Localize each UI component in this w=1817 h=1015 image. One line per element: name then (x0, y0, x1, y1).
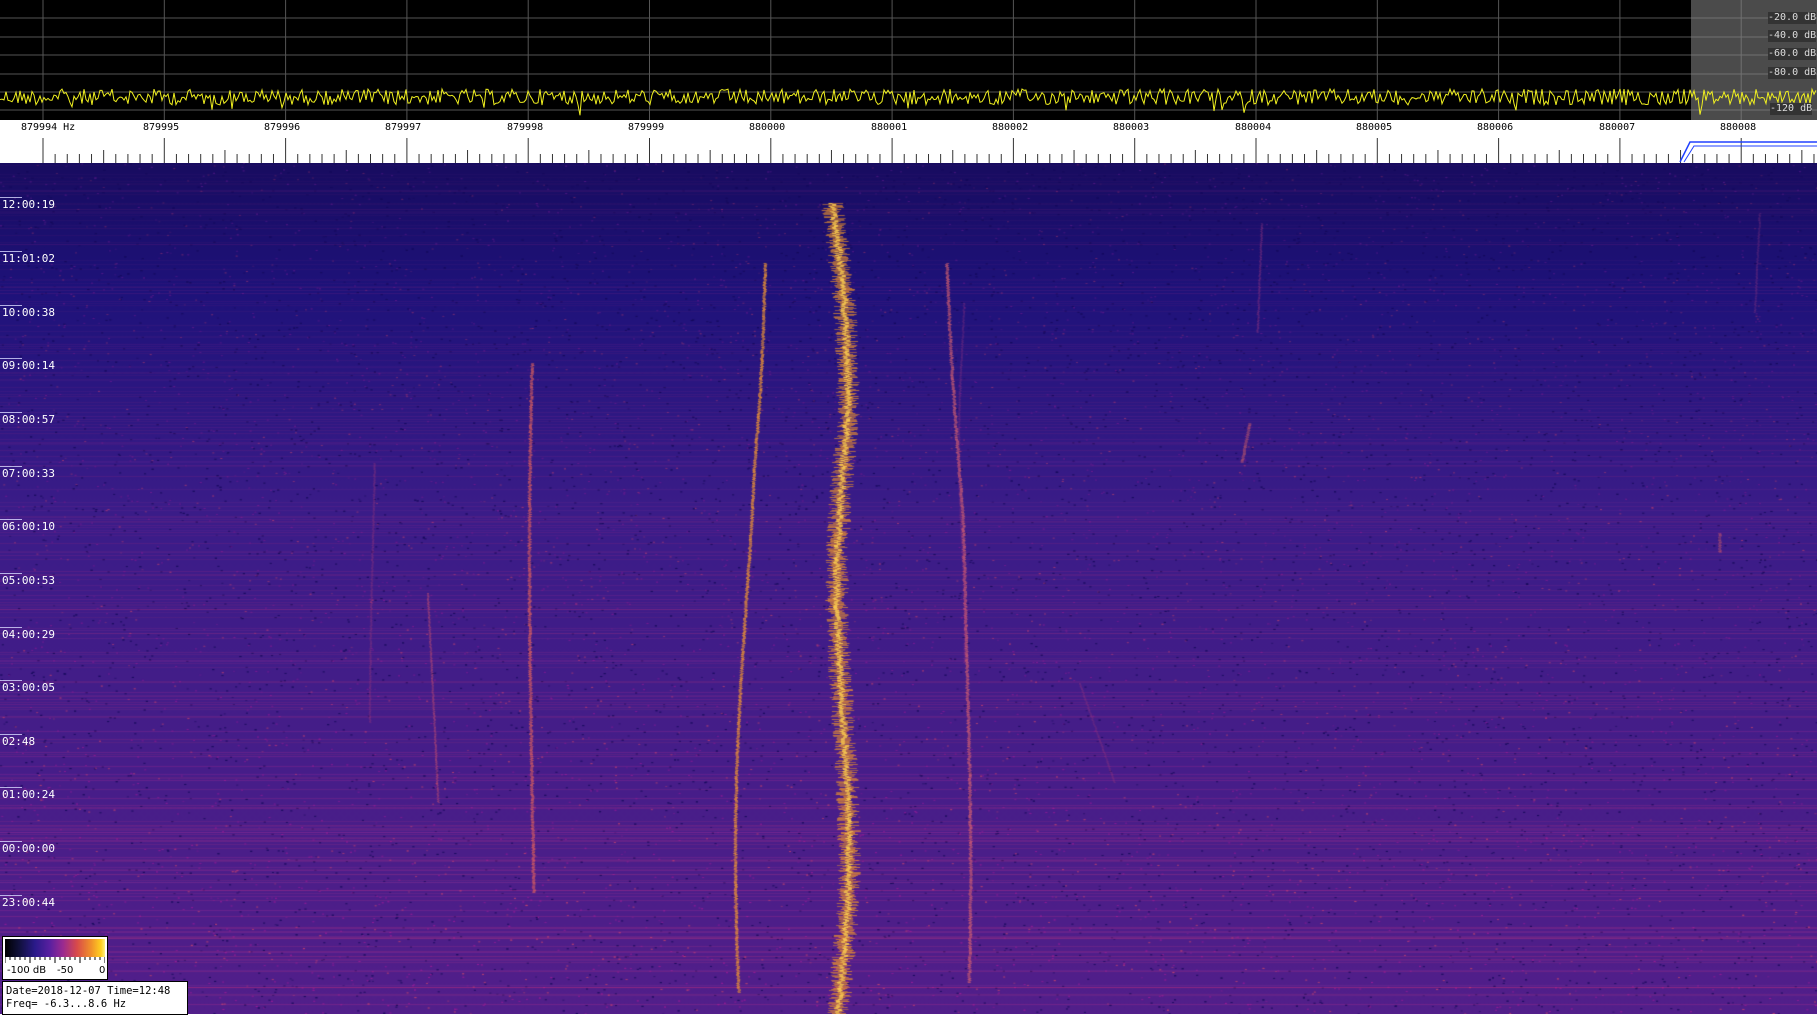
time-label: 10:00:38 (2, 306, 55, 319)
time-label: 00:00:00 (2, 842, 55, 855)
db-label: -80.0 dB (1768, 67, 1817, 79)
spectrum-trace (0, 87, 1817, 116)
info-box: Date=2018-12-07 Time=12:48 Freq= -6.3...… (2, 981, 188, 1015)
freq-label: 879997 (385, 122, 422, 133)
color-scale-bar (5, 939, 105, 957)
time-label: 07:00:33 (2, 467, 55, 480)
legend-label-min: -100 dB (7, 965, 47, 976)
freq-label: 879999 (628, 122, 665, 133)
time-label: 23:00:44 (2, 896, 55, 909)
color-scale-ticks (5, 957, 105, 963)
freq-label: 880005 (1356, 122, 1393, 133)
spectrum-panel: -20.0 dB -40.0 dB -60.0 dB -80.0 dB -120… (0, 0, 1817, 120)
freq-label: 880006 (1477, 122, 1514, 133)
time-label: 04:00:29 (2, 628, 55, 641)
freq-label: 879998 (507, 122, 544, 133)
legend-label-mid: -50 (57, 965, 74, 976)
db-label: -120 dB (1770, 103, 1813, 115)
time-label: 09:00:14 (2, 359, 55, 372)
time-label: 01:00:24 (2, 788, 55, 801)
db-label: -60.0 dB (1768, 48, 1817, 60)
waterfall-canvas[interactable] (0, 163, 1817, 1014)
time-label: 12:00:19 (2, 198, 55, 211)
time-label: 05:00:53 (2, 574, 55, 587)
freq-label: 880004 (1235, 122, 1272, 133)
freq-label: 880003 (1113, 122, 1150, 133)
freq-label: 879996 (264, 122, 301, 133)
time-label: 08:00:57 (2, 413, 55, 426)
frequency-axis: 879994 Hz 879995 879996 879997 879998 87… (0, 120, 1817, 163)
legend-label-max: 0 (99, 965, 106, 976)
freq-label: 879994 Hz (21, 122, 76, 133)
date-time-text: Date=2018-12-07 Time=12:48 (6, 985, 171, 997)
time-label: 11:01:02 (2, 252, 55, 265)
freq-label: 880002 (992, 122, 1029, 133)
time-label: 06:00:10 (2, 520, 55, 533)
freq-label: 880007 (1599, 122, 1636, 133)
spectrum-graph (0, 0, 1817, 120)
waterfall-display[interactable]: 12:00:19 11:01:02 10:00:38 09:00:14 08:0… (0, 163, 1817, 1014)
color-scale-legend: -100 dB -50 0 (2, 936, 108, 980)
frequency-range-text: Freq= -6.3...8.6 Hz (6, 998, 127, 1010)
freq-label: 880001 (871, 122, 908, 133)
freq-label: 879995 (143, 122, 180, 133)
time-label: 03:00:05 (2, 681, 55, 694)
db-label: -40.0 dB (1768, 30, 1817, 42)
db-label: -20.0 dB (1768, 12, 1817, 24)
time-label: 02:48 (2, 735, 36, 748)
freq-label: 880008 (1720, 122, 1757, 133)
freq-label: 880000 (749, 122, 786, 133)
